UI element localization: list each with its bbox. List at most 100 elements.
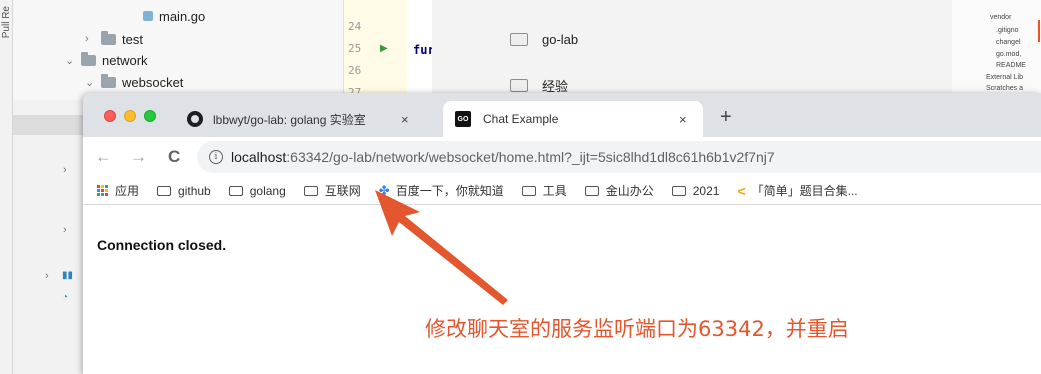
bookmark-tools[interactable]: 工具 [521,182,567,199]
folder-icon [228,185,243,196]
browser-toolbar: ← → C i localhost:63342/go-lab/network/w… [83,137,1041,177]
github-icon [187,111,203,127]
folder-icon [510,79,528,92]
bookmark-label: 「简单」题目合集... [751,184,858,198]
ide-right-project-panel: vendor .gitigno changel go.mod, README E… [952,0,1041,100]
tab-github[interactable]: lbbwyt/go-lab: golang 实验室 × [187,101,439,137]
line-number: 25 [348,42,362,55]
mini-tree-item: README [996,62,1026,69]
folder-icon [157,185,172,196]
chevron-right-icon[interactable]: › [63,164,67,176]
bookmark-label: 2021 [692,183,720,198]
mini-tree-item: go.mod, [996,51,1022,58]
run-icon[interactable]: ▶ [380,43,388,54]
folder-icon [81,51,96,66]
site-info-icon[interactable]: i [209,150,223,164]
chevron-down-icon: ⌄ [65,54,75,67]
bookmark-label: 工具 [542,184,567,198]
folder-icon [101,30,116,45]
apps-grid-dot [101,193,104,196]
annotation-text: 修改聊天室的服务监听端口为63342，并重启 [425,317,849,341]
go-favicon-icon: GO [455,111,471,127]
chevron-right-icon[interactable]: › [63,224,67,236]
ide-selected-row [13,115,83,135]
folder-icon [671,185,686,196]
new-tab-button[interactable]: + [720,106,732,129]
bookmark-kingsoft[interactable]: 金山办公 [584,182,654,199]
bookmark-label: 互联网 [324,184,361,198]
connection-status-message: Connection closed. [97,237,227,253]
bookmark-label: github [178,183,211,198]
tree-item-websocket[interactable]: ⌄ websocket [85,72,183,92]
line-number: 24 [348,20,362,33]
tree-item-test[interactable]: › test [85,29,143,49]
apps-grid-dot [101,189,104,192]
tab-title: Chat Example [483,112,559,126]
leetcode-icon: < [737,182,746,199]
mini-tree-item: changel [996,39,1021,46]
dir-item-go-lab[interactable]: go-lab [510,32,578,47]
folder-icon [584,185,599,196]
ide-lower-tree [13,100,83,374]
go-file-icon [143,11,153,21]
address-bar[interactable]: i localhost:63342/go-lab/network/websock… [197,141,1041,173]
close-tab-icon[interactable]: × [679,112,687,127]
apps-grid-dot [97,189,100,192]
url-host: localhost [231,149,287,165]
bookmark-2021[interactable]: 2021 [671,183,720,198]
tree-item-network[interactable]: ⌄ network [65,50,148,70]
close-tab-icon[interactable]: × [401,112,409,127]
apps-grid-dot [97,193,100,196]
bookmark-label: 金山办公 [605,184,654,198]
bookmark-leetcode[interactable]: < 「简单」题目合集... [737,182,857,199]
mini-tree-item: .gitigno [996,27,1019,34]
url-path: :63342/go-lab/network/websocket/home.htm… [286,149,775,165]
forward-button[interactable]: → [130,147,147,167]
bookmark-baidu[interactable]: ✤ 百度一下，你就知道 [379,182,504,199]
bookmark-github[interactable]: github [157,184,211,198]
folder-icon [521,185,536,196]
bookmark-internet[interactable]: 互联网 [303,182,361,199]
editor-gutter: 24 25 ▶ 26 27 [343,0,407,100]
chevron-right-icon[interactable]: › [45,270,49,282]
apps-grid-dot [101,185,104,188]
mini-tree-item: vendor [990,14,1012,21]
folder-icon [510,33,528,46]
mini-tree-item: Scratches a [986,85,1023,92]
tree-item-label: test [122,31,143,47]
chevron-right-icon: › [85,33,89,45]
line-number: 26 [348,64,362,77]
bookmark-label: 应用 [115,184,140,198]
apps-grid-dot [105,185,108,188]
tree-item-label: network [102,52,148,68]
annotation-arrow-fragment [1038,20,1040,42]
tree-item-label: websocket [122,74,184,90]
bookmark-golang[interactable]: golang [228,183,286,198]
bookmarks-bar: 应用 github golang 互联网 ✤ 百度一下，你就知道 工具 金山办公 [83,177,1041,205]
apps-grid-dot [97,185,100,188]
tab-title: lbbwyt/go-lab: golang 实验室 [213,112,366,127]
pull-requests-tab[interactable]: Pull Re [1,6,12,38]
apps-grid-dot [105,189,108,192]
folder-icon [303,185,318,196]
scratches-icon: ◔ [62,292,69,303]
bookmark-label: 百度一下，你就知道 [395,184,504,198]
close-window-button[interactable] [104,110,116,122]
tab-chat-example[interactable]: GO Chat Example × [443,101,703,137]
bookmark-apps[interactable]: 应用 [97,182,139,199]
folder-icon [101,73,116,88]
file-list-panel: go-lab 经验 [432,0,952,100]
bookmark-label: golang [249,183,286,198]
reload-button[interactable]: C [168,147,180,167]
ide-side-strip: Pull Re [0,0,13,374]
mini-tree-item: External Lib [986,74,1023,81]
back-button[interactable]: ← [95,147,112,167]
page-content: Connection closed. [83,206,1041,374]
baidu-paw-icon: ✤ [378,182,390,198]
apps-grid-dot [105,193,108,196]
tree-item-main-go[interactable]: main.go [143,6,205,26]
minimize-window-button[interactable] [124,110,136,122]
tree-item-label: main.go [159,8,206,24]
apps-grid-icon [97,185,108,196]
maximize-window-button[interactable] [144,110,156,122]
